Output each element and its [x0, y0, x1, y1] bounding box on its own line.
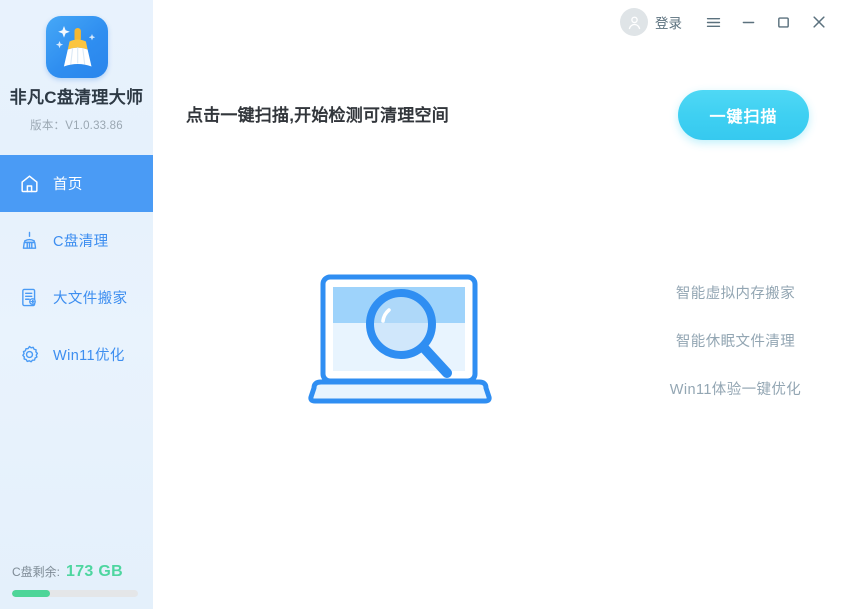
page-title: 点击一键扫描,开始检测可清理空间 — [186, 101, 449, 126]
disk-space-label: C盘剩余: — [12, 563, 60, 580]
sidebar-item-large-file-move[interactable]: 大文件搬家 — [0, 269, 153, 326]
feature-list: 智能虚拟内存搬家 智能休眠文件清理 Win11体验一键优化 — [623, 282, 848, 399]
app-window: 非凡C盘清理大师 版本：V1.0.33.86 首页 — [0, 0, 850, 609]
feature-item: 智能虚拟内存搬家 — [676, 282, 795, 303]
login-label: 登录 — [655, 12, 682, 32]
sidebar-item-win11-optimize[interactable]: Win11优化 — [0, 326, 153, 383]
sidebar-item-label: 大文件搬家 — [53, 287, 128, 308]
disk-space-indicator: C盘剩余: 173 GB — [0, 563, 153, 609]
titlebar: 登录 — [620, 0, 850, 44]
sidebar-item-label: C盘清理 — [53, 230, 109, 251]
disk-space-progress-track — [12, 590, 138, 597]
close-icon[interactable] — [801, 7, 836, 37]
disk-space-value: 173 GB — [66, 563, 123, 581]
sidebar-item-home[interactable]: 首页 — [0, 155, 153, 212]
app-title: 非凡C盘清理大师 — [0, 89, 153, 108]
brand-block: 非凡C盘清理大师 版本：V1.0.33.86 — [0, 0, 153, 133]
sidebar-nav: 首页 C盘清理 — [0, 155, 153, 383]
sidebar: 非凡C盘清理大师 版本：V1.0.33.86 首页 — [0, 0, 153, 609]
feature-item: 智能休眠文件清理 — [676, 330, 795, 351]
user-avatar-icon — [620, 8, 648, 36]
gear-icon — [18, 343, 40, 365]
main-content: 登录 点击一 — [153, 0, 850, 609]
sidebar-item-c-drive-clean[interactable]: C盘清理 — [0, 212, 153, 269]
home-icon — [18, 172, 40, 194]
sidebar-item-label: 首页 — [53, 173, 83, 194]
file-move-icon — [18, 286, 40, 308]
feature-item: Win11体验一键优化 — [670, 378, 801, 399]
sidebar-item-label: Win11优化 — [53, 344, 125, 365]
laptop-magnifier-icon — [308, 272, 508, 412]
broom-icon — [46, 16, 108, 78]
login-button[interactable]: 登录 — [620, 8, 682, 36]
scan-button[interactable]: 一键扫描 — [678, 90, 809, 140]
disk-space-row: C盘剩余: 173 GB — [12, 563, 143, 581]
hamburger-menu-icon[interactable] — [696, 7, 731, 37]
disk-space-progress-fill — [12, 590, 50, 597]
minimize-icon[interactable] — [731, 7, 766, 37]
broom-clean-icon — [18, 229, 40, 251]
app-version: 版本：V1.0.33.86 — [0, 117, 153, 133]
maximize-icon[interactable] — [766, 7, 801, 37]
